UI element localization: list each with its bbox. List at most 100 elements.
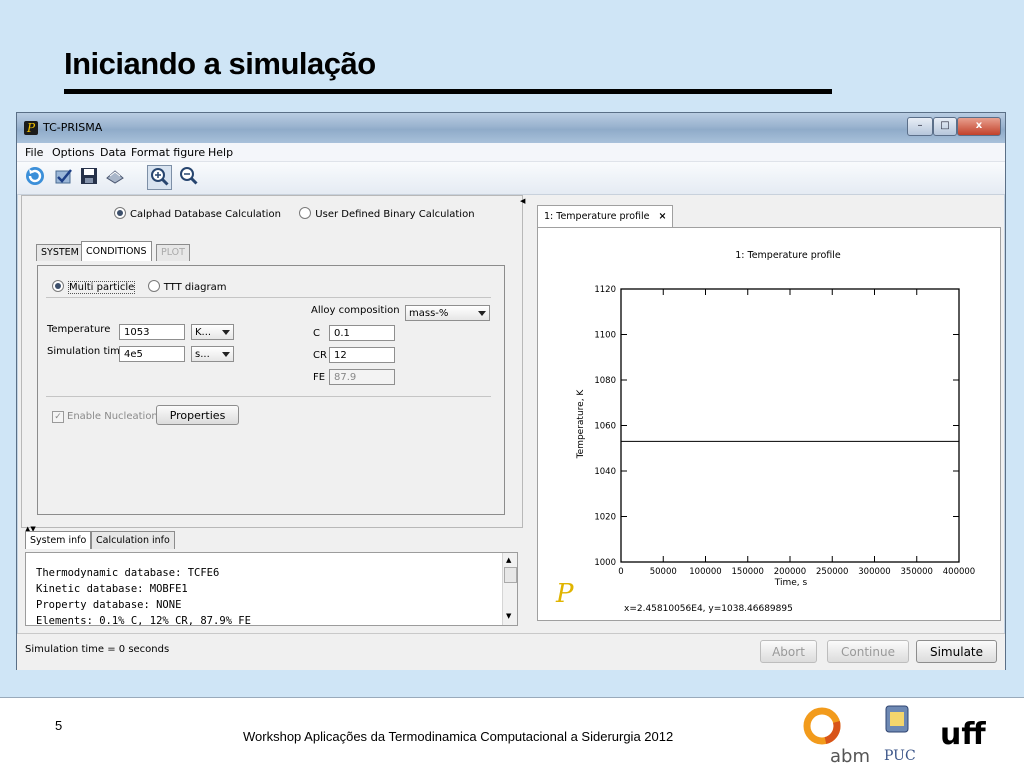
- cursor-readout: x=2.45810056E4, y=1038.46689895: [624, 604, 793, 614]
- console-line: Thermodynamic database: TCFE6: [36, 567, 220, 579]
- temperature-unit-select[interactable]: K...: [191, 324, 234, 340]
- scrollbar-thumb[interactable]: [504, 567, 517, 583]
- temperature-unit-value: K...: [195, 327, 212, 338]
- scroll-down-icon[interactable]: ▼: [506, 612, 511, 620]
- y-tick-label: 1000: [594, 558, 616, 568]
- temperature-label: Temperature: [47, 324, 111, 335]
- abm-logo: abm: [803, 707, 870, 767]
- nucleation-checkbox[interactable]: ✓: [52, 411, 64, 423]
- calphad-radio[interactable]: [114, 207, 126, 219]
- footer-divider: [0, 697, 1024, 698]
- alloy-composition-label: Alloy composition: [311, 305, 400, 316]
- tab-conditions[interactable]: CONDITIONS: [81, 241, 152, 261]
- nucleation-label: Enable Nucleation: [67, 411, 158, 422]
- slide-title: Iniciando a simulação: [64, 46, 376, 81]
- properties-button[interactable]: Properties: [156, 405, 239, 425]
- y-tick-label: 1100: [594, 331, 616, 341]
- simulation-time-input[interactable]: 4e5: [119, 346, 185, 362]
- maximize-button[interactable]: □: [933, 117, 957, 136]
- simulation-time-unit-select[interactable]: s...: [191, 346, 234, 362]
- minimize-button[interactable]: –: [907, 117, 933, 136]
- ttt-radio[interactable]: [147, 280, 160, 292]
- title-underline: [64, 89, 832, 94]
- element-label-fe: FE: [313, 372, 326, 383]
- menu-bar: File Options Data Format figure Help: [17, 143, 1005, 162]
- window-title: TC-PRISMA: [43, 121, 103, 134]
- status-bar: Simulation time = 0 seconds Abort Contin…: [17, 633, 1005, 670]
- check-icon[interactable]: [51, 165, 75, 189]
- x-tick-label: 150000: [732, 567, 764, 577]
- alloy-unit-select[interactable]: mass-%: [405, 305, 490, 321]
- divider: [46, 396, 491, 397]
- y-tick-label: 1080: [594, 376, 616, 386]
- uff-logo: uff: [940, 717, 986, 752]
- tab-calculation-info[interactable]: Calculation info: [91, 531, 175, 549]
- zoom-out-icon[interactable]: [177, 165, 201, 189]
- console-line: Kinetic database: MOBFE1: [36, 583, 188, 595]
- system-info-console[interactable]: Thermodynamic database: TCFE6 Kinetic da…: [25, 552, 518, 626]
- composition-c-input[interactable]: 0.1: [329, 325, 395, 341]
- x-tick-label: 350000: [901, 567, 933, 577]
- console-line: Property database: NONE: [36, 599, 182, 611]
- multi-particle-radio[interactable]: [52, 280, 64, 292]
- scroll-up-icon[interactable]: ▲: [506, 556, 511, 564]
- chart-title: 1: Temperature profile: [735, 250, 841, 261]
- tab-system[interactable]: SYSTEM: [36, 244, 84, 261]
- collapse-arrow-icon[interactable]: ◀: [520, 197, 525, 205]
- binary-label[interactable]: User Defined Binary Calculation: [315, 209, 474, 220]
- particle-mode-group: Multi particle TTT diagram: [52, 280, 227, 294]
- prisma-logo: P: [555, 579, 574, 609]
- calphad-label[interactable]: Calphad Database Calculation: [130, 209, 281, 220]
- abm-logo-text: abm: [830, 746, 870, 766]
- multi-particle-label[interactable]: Multi particle: [68, 281, 136, 294]
- menu-format-figure[interactable]: Format figure: [131, 146, 205, 159]
- refresh-icon[interactable]: [23, 165, 47, 189]
- footer-text: Workshop Aplicações da Termodinamica Com…: [243, 729, 674, 744]
- menu-data[interactable]: Data: [100, 146, 126, 159]
- x-tick-label: 300000: [858, 567, 890, 577]
- abort-button[interactable]: Abort: [760, 640, 817, 663]
- menu-options[interactable]: Options: [52, 146, 94, 159]
- simulate-button[interactable]: Simulate: [916, 640, 997, 663]
- menu-help[interactable]: Help: [208, 146, 233, 159]
- plot-frame: [620, 288, 960, 563]
- close-button[interactable]: x: [957, 117, 1001, 136]
- calc-mode-group: Calphad Database Calculation User Define…: [114, 207, 475, 220]
- chevron-down-icon: [222, 330, 230, 335]
- window-titlebar[interactable]: P TC-PRISMA – □ x: [17, 113, 1005, 143]
- y-tick-label: 1060: [594, 422, 616, 432]
- y-tick-label: 1120: [594, 285, 616, 295]
- tab-plot[interactable]: PLOT: [156, 244, 190, 261]
- binary-radio[interactable]: [299, 207, 312, 219]
- temperature-chart[interactable]: 1: Temperature profile Temperature, K Ti…: [538, 228, 1000, 620]
- app-icon: P: [24, 121, 38, 135]
- x-tick-label: 200000: [774, 567, 806, 577]
- ttt-label[interactable]: TTT diagram: [164, 282, 227, 293]
- x-tick-label: 50000: [650, 567, 677, 577]
- save-icon[interactable]: [77, 165, 101, 189]
- chevron-down-icon: [478, 311, 486, 316]
- toolbar: [17, 162, 1005, 195]
- continue-button[interactable]: Continue: [827, 640, 909, 663]
- element-label-c: C: [313, 328, 320, 339]
- y-tick-label: 1020: [594, 513, 616, 523]
- close-tab-icon[interactable]: ×: [659, 211, 667, 222]
- x-axis-label: Time, s: [774, 578, 808, 588]
- plot-area[interactable]: 1: Temperature profile Temperature, K Ti…: [537, 227, 1001, 621]
- zoom-in-icon[interactable]: [147, 165, 172, 190]
- composition-fe-input: 87.9: [329, 369, 395, 385]
- plot-panel: ◀ 1: Temperature profile × 1: Temperatur…: [520, 195, 1001, 627]
- puc-logo-text: PUC: [884, 748, 916, 764]
- composition-cr-input[interactable]: 12: [329, 347, 395, 363]
- console-line: Elements: 0.1% C, 12% CR, 87.9% FE: [36, 615, 251, 626]
- info-panel: System info Calculation info Thermodynam…: [21, 531, 521, 629]
- tab-system-info[interactable]: System info: [25, 531, 92, 549]
- temperature-input[interactable]: 1053: [119, 324, 185, 340]
- tab-temperature-profile[interactable]: 1: Temperature profile ×: [537, 205, 674, 228]
- x-tick-label: 0: [618, 567, 623, 577]
- plot-tab-label: 1: Temperature profile: [544, 211, 650, 222]
- menu-file[interactable]: File: [25, 146, 43, 159]
- console-scrollbar[interactable]: ▲ ▼: [502, 553, 517, 625]
- divider: [46, 297, 491, 298]
- print-icon[interactable]: [103, 165, 127, 189]
